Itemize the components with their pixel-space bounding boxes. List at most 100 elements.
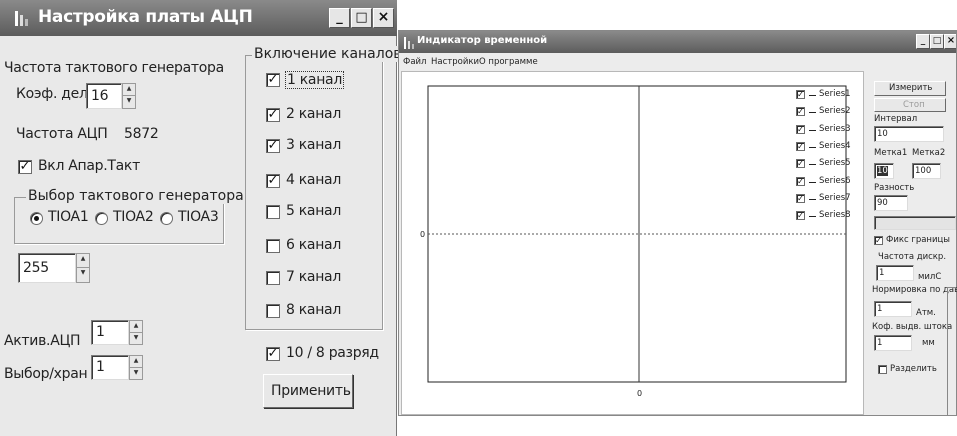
channel-6-checkbox[interactable] [266,239,280,253]
app-icon [14,9,30,27]
radio-tioa2[interactable] [95,212,108,225]
apply-button[interactable]: Применить [263,374,353,408]
active-adc-label: Актив.АЦП [4,333,81,349]
legend-series-label: Series4 [819,140,851,151]
legend-series-swatch [809,146,816,148]
divider-spinner[interactable]: ▲ ▼ [122,83,136,109]
stop-button[interactable]: Стоп [874,98,946,112]
channel-1-label: 1 канал [285,71,344,89]
bits-checkbox[interactable]: ✓ [266,347,280,361]
mark2-label: Метка2 [912,148,946,158]
select-store-input[interactable]: 1 [91,355,129,380]
legend-series-label: Series8 [819,210,851,221]
hw-clock-label: Вкл Апар.Такт [38,158,140,174]
adc-freq-label: Частота АЦП [16,126,108,142]
channels-group-title: Включение каналов [252,46,404,62]
pressure-norm-unit: Атм. [916,308,936,318]
rod-coef-input[interactable]: 1 [874,335,912,351]
radio-tioa3-label: TIOA3 [178,209,219,225]
channel-5-checkbox[interactable] [266,205,280,219]
right-panel-edge [947,287,956,415]
pressure-norm-input[interactable]: 1 [874,301,912,317]
legend-series-checkbox[interactable]: ✓ [796,211,805,221]
menu-about[interactable]: О программе [479,57,538,67]
legend-item: ✓ Series4 [796,141,862,153]
legend-item: ✓ Series3 [796,124,862,136]
maximize-button[interactable]: □ [930,34,944,49]
menu-settings[interactable]: Настройки [431,57,479,67]
legend-item: ✓ Series1 [796,89,862,101]
time-indicator-window: Индикатор временной _ □ × Файл Настройки… [398,30,957,416]
legend-series-checkbox[interactable]: ✓ [796,193,805,203]
radio-tioa3[interactable] [160,212,173,225]
legend-series-checkbox[interactable]: ✓ [796,124,805,134]
close-button[interactable]: × [373,8,394,28]
legend-series-swatch [809,129,816,131]
close-button[interactable]: × [944,34,956,49]
time-chart: 0 0 [420,85,847,398]
channel-7-checkbox[interactable] [266,271,280,285]
fixed-bounds-checkbox[interactable]: ✓ [874,236,883,245]
legend-item: ✓ Series7 [796,193,862,205]
maximize-button[interactable]: □ [351,8,372,28]
legend-item: ✓ Series6 [796,176,862,188]
channel-3-checkbox[interactable]: ✓ [266,139,280,153]
split-checkbox[interactable] [878,365,887,374]
indicator-window-titlebar[interactable]: Индикатор временной _ □ × [399,31,956,53]
active-adc-input[interactable]: 1 [91,320,129,345]
legend-series-checkbox[interactable]: ✓ [796,90,805,99]
rod-coef-unit: мм [922,338,935,348]
legend-series-label: Series5 [819,158,851,169]
value-255-input[interactable]: 255 [18,253,76,283]
interval-input[interactable]: 10 [874,126,944,142]
channel-8-checkbox[interactable] [266,304,280,318]
minimize-button[interactable]: _ [916,34,930,49]
adc-window-titlebar[interactable]: Настройка платы АЦП _ □ × [0,0,397,36]
legend-series-checkbox[interactable]: ✓ [796,159,805,169]
channels-group [245,55,383,330]
clock-freq-label: Частота тактового генератора [4,60,224,76]
radio-tioa1-label: TIOA1 [48,209,89,225]
value-255-spinner[interactable]: ▲ ▼ [76,253,90,283]
channel-1-checkbox[interactable]: ✓ [266,73,280,87]
hw-clock-checkbox[interactable]: ✓ [18,160,32,174]
indicator-window-title: Индикатор временной [417,35,548,46]
measure-button[interactable]: Измерить [874,81,946,96]
y-axis-zero-label: 0 [420,230,425,239]
x-axis-zero-label: 0 [637,389,642,398]
adc-settings-window: Настройка платы АЦП _ □ × Частота тактов… [0,0,404,436]
bits-label: 10 / 8 разряд [286,345,379,361]
legend-series-swatch [809,112,816,114]
legend-series-checkbox[interactable]: ✓ [796,141,805,151]
channel-2-checkbox[interactable]: ✓ [266,108,280,122]
channel-5-label: 5 канал [286,203,341,219]
legend-series-checkbox[interactable]: ✓ [796,176,805,186]
adc-window-title: Настройка платы АЦП [38,7,253,27]
fixed-bounds-label: Фикс границы [886,235,950,245]
chart-legend: ✓ Series1 ✓ Series2 ✓ Series3 ✓ Series4 ✓ Series5… [796,89,862,229]
legend-item: ✓ Series8 [796,210,862,222]
diff-input[interactable]: 90 [874,195,908,211]
legend-series-swatch [809,198,816,200]
menu-file[interactable]: Файл [403,57,426,67]
mark2-input[interactable]: 100 [912,163,941,179]
radio-tioa2-label: TIOA2 [113,209,154,225]
legend-item: ✓ Series2 [796,106,862,118]
legend-series-swatch [809,95,816,96]
channel-7-label: 7 канал [286,269,341,285]
sample-rate-unit: милС [918,272,942,282]
mark1-input[interactable]: 10 [874,163,894,179]
sample-rate-input[interactable]: 1 [876,265,914,281]
divider-input[interactable]: 16 [86,83,122,109]
radio-tioa1[interactable] [30,212,43,225]
legend-series-checkbox[interactable]: ✓ [796,107,805,117]
rod-coef-label: Коф. выдв. штока [872,322,953,332]
active-adc-spinner[interactable]: ▲ ▼ [129,320,143,345]
select-store-spinner[interactable]: ▲ ▼ [129,355,143,380]
channel-3-label: 3 канал [286,137,341,153]
adc-freq-value: 5872 [124,126,159,142]
divider-label: Коэф. дел. [16,86,92,102]
minimize-button[interactable]: _ [329,8,350,28]
channel-4-checkbox[interactable]: ✓ [266,174,280,188]
legend-series-swatch [809,164,816,166]
